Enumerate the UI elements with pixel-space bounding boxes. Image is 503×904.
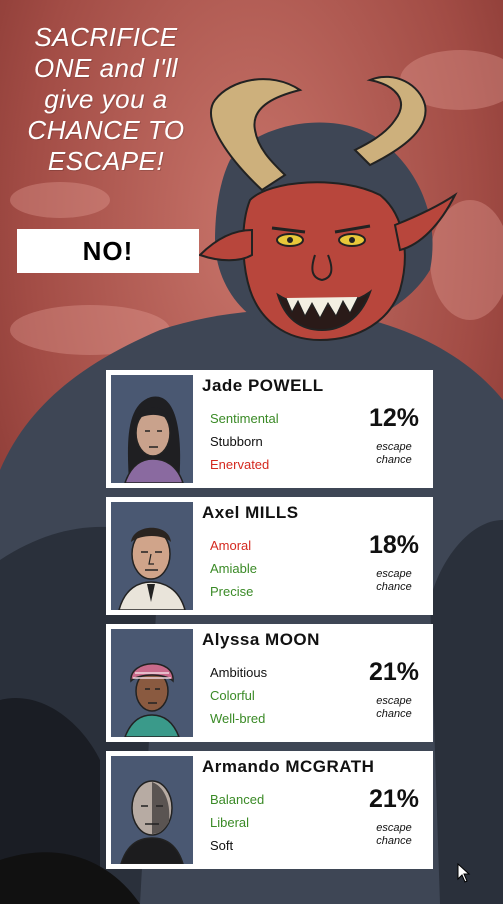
character-card-axel-mills[interactable]: Axel MILLS Amoral Amiable Precise 18% es… — [106, 497, 433, 615]
trait-label: Sentimental — [210, 411, 279, 426]
trait-label: Liberal — [210, 815, 250, 830]
trait-label: Enervated — [210, 457, 270, 472]
caption-line: chance — [376, 835, 412, 847]
caption-line: escape — [376, 568, 412, 580]
demon-speech-text: SACRIFICE ONE and I'll give you a CHANCE… — [8, 22, 204, 177]
escape-chance-value: 21% — [368, 785, 420, 813]
headline-line: ESCAPE! — [47, 146, 165, 176]
character-card-armando-mcgrath[interactable]: Armando MCGRATH Balanced Liberal Soft 21… — [106, 751, 433, 869]
trait-label: Stubborn — [210, 434, 263, 449]
caption-line: escape — [376, 441, 412, 453]
headline-line: SACRIFICE — [34, 22, 178, 52]
headline-line: give you a — [44, 84, 168, 114]
caption-line: chance — [376, 581, 412, 593]
character-name: Axel MILLS — [202, 503, 299, 522]
character-name: Jade POWELL — [202, 376, 324, 395]
refuse-button[interactable]: NO! — [17, 229, 199, 273]
trait-label: Colorful — [210, 688, 255, 703]
caption-line: escape — [376, 822, 412, 834]
trait-label: Well-bred — [210, 711, 266, 726]
escape-chance-value: 18% — [368, 531, 420, 559]
character-name: Armando MCGRATH — [202, 757, 375, 776]
trait-label: Ambitious — [210, 665, 268, 680]
headline-line: ONE and I'll — [34, 53, 178, 83]
character-card-alyssa-moon[interactable]: Alyssa MOON Ambitious Colorful Well-bred… — [106, 624, 433, 742]
character-name: Alyssa MOON — [202, 630, 320, 649]
escape-chance-value: 12% — [368, 404, 420, 432]
character-portrait-icon — [111, 375, 193, 483]
character-portrait-icon — [111, 756, 193, 864]
character-card-jade-powell[interactable]: Jade POWELL Sentimental Stubborn Enervat… — [106, 370, 433, 488]
character-portrait-icon — [111, 502, 193, 610]
caption-line: escape — [376, 695, 412, 707]
trait-label: Amoral — [210, 538, 252, 553]
escape-chance-caption: escape chance — [358, 441, 430, 467]
caption-line: chance — [376, 708, 412, 720]
caption-line: chance — [376, 454, 412, 466]
trait-label: Amiable — [210, 561, 257, 576]
escape-chance-caption: escape chance — [358, 568, 430, 594]
trait-label: Balanced — [210, 792, 265, 807]
trait-label: Precise — [210, 584, 254, 599]
mouse-pointer-icon — [457, 863, 471, 883]
escape-chance-caption: escape chance — [358, 822, 430, 848]
trait-label: Soft — [210, 838, 234, 853]
character-portrait-icon — [111, 629, 193, 737]
escape-chance-caption: escape chance — [358, 695, 430, 721]
escape-chance-value: 21% — [368, 658, 420, 686]
headline-line: CHANCE TO — [27, 115, 185, 145]
